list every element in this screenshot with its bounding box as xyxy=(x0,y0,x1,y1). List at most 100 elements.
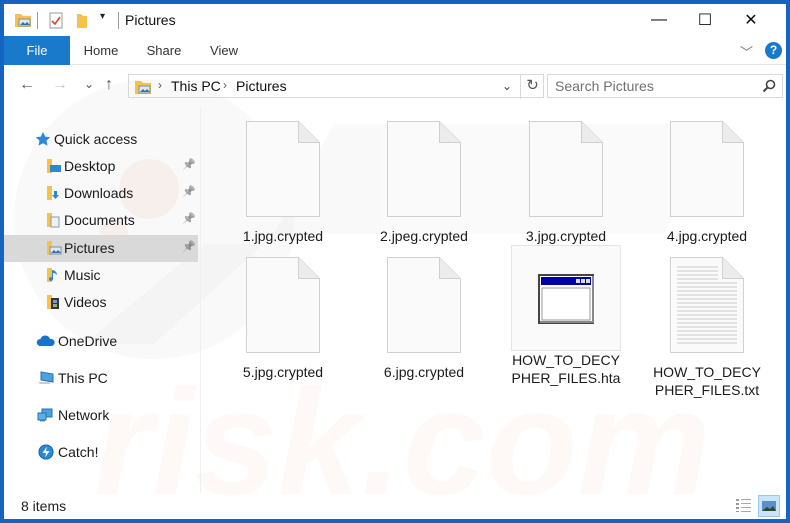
sidebar-item-label: OneDrive xyxy=(58,333,118,349)
new-folder-icon[interactable] xyxy=(76,12,88,29)
blank-file-icon xyxy=(387,257,461,353)
computer-icon xyxy=(38,371,54,384)
file-item[interactable]: 4.jpg.crypted xyxy=(652,117,762,245)
tab-share[interactable]: Share xyxy=(140,36,188,65)
pin-icon[interactable]: 📌 xyxy=(182,240,196,253)
forward-button[interactable]: → xyxy=(52,76,68,94)
sidebar-item-label: Desktop xyxy=(64,158,116,174)
sidebar-item-videos[interactable]: Videos xyxy=(4,289,198,316)
maximize-icon: ☐ xyxy=(697,12,713,29)
status-bar: 8 items xyxy=(4,493,786,519)
maximize-button[interactable]: ☐ xyxy=(682,4,728,36)
catch-icon xyxy=(38,444,54,460)
pictures-folder-icon xyxy=(135,81,151,94)
tab-file[interactable]: File xyxy=(4,36,70,65)
toolbar-separator xyxy=(37,12,38,29)
breadcrumb-separator[interactable]: › xyxy=(158,78,162,92)
sidebar-item-label: This PC xyxy=(58,370,108,386)
text-file-icon xyxy=(670,257,744,353)
network-icon xyxy=(37,408,53,422)
blank-file-icon xyxy=(670,121,744,217)
help-icon[interactable]: ? xyxy=(765,42,782,59)
item-count: 8 items xyxy=(21,498,67,514)
file-item[interactable]: 3.jpg.crypted xyxy=(511,117,621,245)
breadcrumb-this-pc[interactable]: This PC xyxy=(171,78,221,94)
sidebar-item-downloads[interactable]: Downloads 📌 xyxy=(4,180,198,207)
details-view-icon xyxy=(736,499,751,512)
pictures-folder-icon[interactable] xyxy=(14,12,32,28)
search-icon[interactable] xyxy=(762,79,776,95)
file-thumbnail xyxy=(369,117,479,227)
sidebar-item-documents[interactable]: Documents 📌 xyxy=(4,207,198,234)
address-bar[interactable]: › This PC › Pictures ⌄ ↻ xyxy=(128,74,544,99)
recent-locations-button[interactable]: ⌄ xyxy=(84,77,94,91)
navigation-bar: ← → ⌄ ↑ › This PC › Pictures ⌄ ↻ Search … xyxy=(4,65,786,107)
onedrive-cloud-icon xyxy=(36,335,55,346)
file-item[interactable]: 1.jpg.crypted xyxy=(228,117,338,245)
sidebar-item-network[interactable]: Network xyxy=(4,402,198,429)
toolbar-separator xyxy=(118,12,119,29)
back-button[interactable]: ← xyxy=(19,76,35,94)
large-icons-view-icon xyxy=(762,501,776,511)
details-view-button[interactable] xyxy=(733,495,755,517)
blank-file-icon xyxy=(529,121,603,217)
file-name: 6.jpg.crypted xyxy=(383,364,465,380)
sidebar-item-this-pc[interactable]: This PC xyxy=(4,365,198,392)
search-input[interactable]: Search Pictures xyxy=(547,74,783,98)
large-icons-view-button[interactable] xyxy=(758,495,780,517)
file-item[interactable]: 2.jpeg.crypted xyxy=(369,117,479,245)
file-item[interactable]: 5.jpg.crypted xyxy=(228,253,338,381)
explorer-window: risk.com ▾ Pictures — ☐ ✕ File Home Shar… xyxy=(4,4,786,519)
pin-icon[interactable]: 📌 xyxy=(182,185,196,198)
blank-file-icon xyxy=(387,121,461,217)
sidebar-item-label: Catch! xyxy=(58,444,99,460)
star-icon xyxy=(35,132,51,146)
videos-folder-icon xyxy=(47,295,59,309)
search-placeholder: Search Pictures xyxy=(555,78,654,94)
documents-folder-icon xyxy=(47,213,60,228)
close-button[interactable]: ✕ xyxy=(728,4,774,36)
tab-home[interactable]: Home xyxy=(76,36,126,65)
pin-icon[interactable]: 📌 xyxy=(182,158,196,171)
sidebar-item-onedrive[interactable]: OneDrive xyxy=(4,328,198,355)
sidebar-item-desktop[interactable]: Desktop 📌 xyxy=(4,153,198,180)
file-item[interactable]: HOW_TO_DECYPHER_FILES.txt xyxy=(652,253,762,399)
breadcrumb-pictures[interactable]: Pictures xyxy=(236,78,287,94)
file-item[interactable]: 6.jpg.crypted xyxy=(369,253,479,381)
address-dropdown-icon[interactable]: ⌄ xyxy=(502,79,512,93)
window-title: Pictures xyxy=(125,12,176,28)
customize-dropdown-icon[interactable]: ▾ xyxy=(100,11,105,22)
sidebar-item-label: Documents xyxy=(64,212,135,228)
file-name: 3.jpg.crypted xyxy=(525,228,607,244)
tab-view[interactable]: View xyxy=(202,36,246,65)
sidebar-item-pictures[interactable]: Pictures 📌 xyxy=(4,235,198,262)
music-folder-icon xyxy=(47,268,57,282)
file-item[interactable]: HOW_TO_DECYPHER_FILES.hta xyxy=(511,245,621,387)
breadcrumb-separator[interactable]: › xyxy=(223,78,227,92)
sidebar-item-catch[interactable]: Catch! xyxy=(4,439,198,466)
file-name: 5.jpg.crypted xyxy=(242,364,324,380)
up-button[interactable]: ↑ xyxy=(105,76,113,94)
pin-icon[interactable]: 📌 xyxy=(182,212,196,225)
sidebar-item-quick-access[interactable]: Quick access xyxy=(4,126,198,153)
file-thumbnail xyxy=(511,245,621,351)
expand-ribbon-icon[interactable]: ﹀ xyxy=(740,42,753,61)
file-name: HOW_TO_DECYPHER_FILES.hta xyxy=(511,352,621,386)
properties-check-icon[interactable] xyxy=(49,12,63,29)
sidebar-item-label: Pictures xyxy=(64,240,115,256)
sidebar-item-music[interactable]: Music xyxy=(4,262,198,289)
file-name: 1.jpg.crypted xyxy=(242,228,324,244)
title-bar: ▾ Pictures — ☐ ✕ xyxy=(4,4,786,36)
minimize-button[interactable]: — xyxy=(636,4,682,36)
desktop-folder-icon xyxy=(47,159,61,173)
pictures-folder-icon xyxy=(47,241,62,255)
ribbon-tabs: File Home Share View ﹀ ? xyxy=(4,36,786,65)
file-name: 4.jpg.crypted xyxy=(666,228,748,244)
minimize-icon: — xyxy=(651,11,667,28)
blank-file-icon xyxy=(246,121,320,217)
navigation-pane: Quick access Desktop 📌 Downloads 📌 Docum… xyxy=(4,107,200,493)
sidebar-item-label: Quick access xyxy=(54,131,138,147)
blank-file-icon xyxy=(246,257,320,353)
refresh-button[interactable]: ↻ xyxy=(520,75,544,99)
file-thumbnail xyxy=(511,117,621,227)
